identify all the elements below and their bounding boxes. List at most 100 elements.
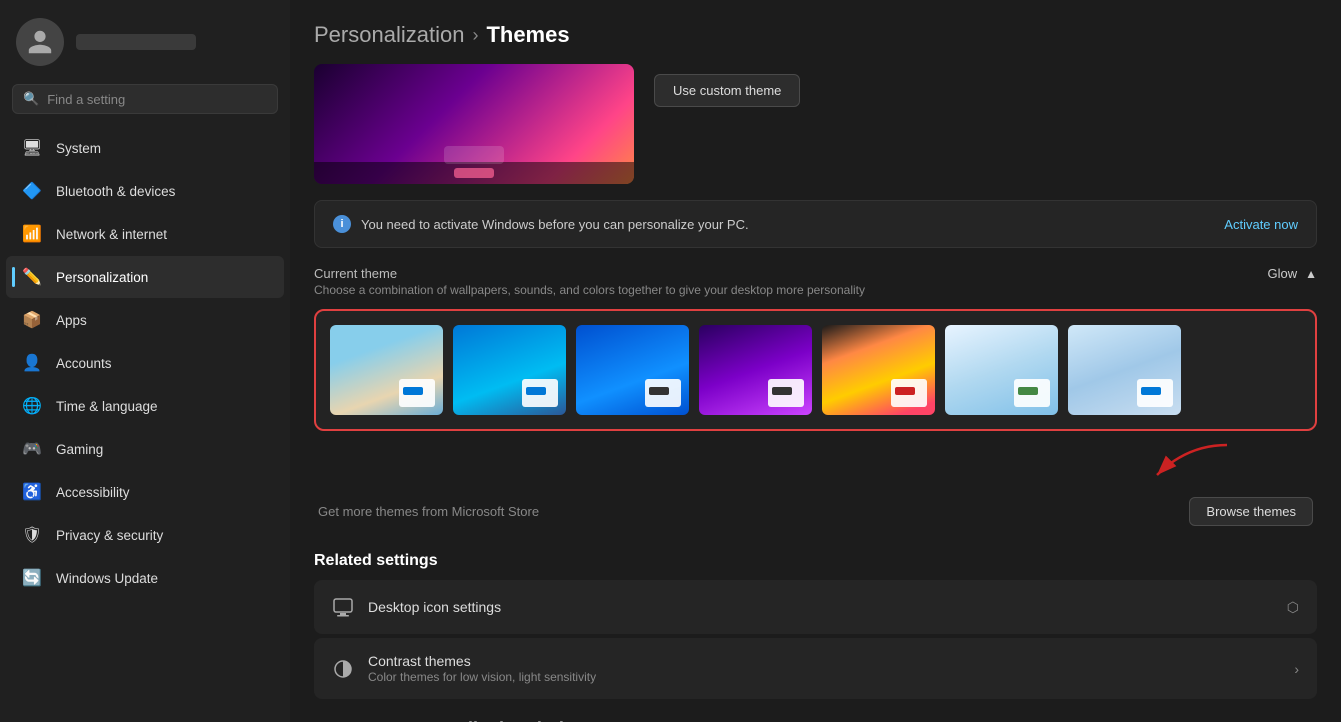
theme-mini-window	[399, 379, 435, 407]
page-title: Themes	[486, 22, 569, 48]
search-bar[interactable]: 🔍	[12, 84, 278, 114]
mini-taskbar-button	[454, 168, 494, 178]
time-icon: 🌐	[22, 396, 42, 416]
info-icon: i	[333, 215, 351, 233]
time-label: Time & language	[56, 399, 158, 414]
sidebar-item-gaming[interactable]: 🎮 Gaming	[6, 428, 284, 470]
contrast-themes-item[interactable]: Contrast themes Color themes for low vis…	[314, 638, 1317, 699]
themes-grid	[314, 309, 1317, 431]
gaming-label: Gaming	[56, 442, 103, 457]
avatar[interactable]	[16, 18, 64, 66]
sidebar-item-accounts[interactable]: 👤 Accounts	[6, 342, 284, 384]
network-label: Network & internet	[56, 227, 167, 242]
theme-card-5[interactable]	[822, 325, 935, 415]
theme-card-7[interactable]	[1068, 325, 1181, 415]
activation-notice: i You need to activate Windows before yo…	[314, 200, 1317, 248]
user-icon	[26, 28, 54, 56]
contrast-theme-left: Contrast themes Color themes for low vis…	[332, 654, 596, 683]
update-label: Windows Update	[56, 571, 158, 586]
arrow-annotation	[314, 445, 1317, 485]
theme-card-6[interactable]	[945, 325, 1058, 415]
apps-icon: 📦	[22, 310, 42, 330]
theme-mini-window	[522, 379, 558, 407]
network-icon: 📶	[22, 224, 42, 244]
activation-message-area: i You need to activate Windows before yo…	[333, 215, 749, 233]
contrast-sublabel: Color themes for low vision, light sensi…	[368, 671, 596, 683]
get-more-label: Get more themes from Microsoft Store	[318, 504, 539, 519]
profile-section	[0, 0, 290, 80]
sidebar-item-time[interactable]: 🌐 Time & language	[6, 385, 284, 427]
accounts-icon: 👤	[22, 353, 42, 373]
sidebar-item-update[interactable]: 🔄 Windows Update	[6, 557, 284, 599]
theme-mini-window	[1137, 379, 1173, 407]
collapse-button[interactable]: Glow ▲	[1267, 266, 1317, 281]
theme-mini-button	[1018, 387, 1038, 395]
sidebar-item-apps[interactable]: 📦 Apps	[6, 299, 284, 341]
theme-mini-window	[768, 379, 804, 407]
contrast-label: Contrast themes	[368, 654, 596, 668]
sidebar: 🔍 🖥 System 🔷 Bluetooth & devices 📶 Netwo…	[0, 0, 290, 722]
privacy-icon: 🛡	[22, 525, 42, 545]
chevron-up-icon: ▲	[1305, 267, 1317, 281]
current-theme-header: Current theme Choose a combination of wa…	[314, 266, 1317, 297]
theme-mini-button	[403, 387, 423, 395]
search-input[interactable]	[47, 92, 267, 107]
accounts-label: Accounts	[56, 356, 112, 371]
contrast-icon	[332, 658, 354, 680]
current-theme-label: Current theme	[314, 266, 865, 281]
accessibility-icon: ♿	[22, 482, 42, 502]
theme-mini-window	[891, 379, 927, 407]
glow-label: Glow	[1267, 266, 1297, 281]
theme-card-2[interactable]	[453, 325, 566, 415]
privacy-label: Privacy & security	[56, 528, 163, 543]
personalization-icon: ✏️	[22, 267, 42, 287]
theme-mini-button	[772, 387, 792, 395]
browse-themes-button[interactable]: Browse themes	[1189, 497, 1313, 526]
breadcrumb-separator: ›	[472, 25, 478, 46]
desktop-icon-settings-item[interactable]: Desktop icon settings ⬡	[314, 580, 1317, 634]
system-label: System	[56, 141, 101, 156]
bluetooth-label: Bluetooth & devices	[56, 184, 175, 199]
sidebar-item-network[interactable]: 📶 Network & internet	[6, 213, 284, 255]
gaming-icon: 🎮	[22, 439, 42, 459]
page-header: Personalization › Themes	[314, 0, 1317, 64]
breadcrumb-link[interactable]: Personalization	[314, 22, 464, 48]
wallpaper-preview	[314, 64, 634, 184]
theme-card-1[interactable]	[330, 325, 443, 415]
current-theme-info: Current theme Choose a combination of wa…	[314, 266, 865, 297]
accessibility-label: Accessibility	[56, 485, 130, 500]
apps-label: Apps	[56, 313, 87, 328]
desktop-icon	[332, 596, 354, 618]
sidebar-item-personalization[interactable]: ✏️ Personalization	[6, 256, 284, 298]
sidebar-item-privacy[interactable]: 🛡 Privacy & security	[6, 514, 284, 556]
theme-mini-button	[895, 387, 915, 395]
contrast-text: Contrast themes Color themes for low vis…	[368, 654, 596, 683]
update-icon: 🔄	[22, 568, 42, 588]
wallpaper-banner: Use custom theme	[314, 64, 1317, 184]
main-content: Personalization › Themes Use custom them…	[290, 0, 1341, 722]
theme-mini-button	[649, 387, 669, 395]
system-icon: 🖥	[22, 138, 42, 158]
profile-name-bar	[76, 34, 196, 50]
sidebar-item-system[interactable]: 🖥 System	[6, 127, 284, 169]
theme-card-3[interactable]	[576, 325, 689, 415]
use-custom-theme-button[interactable]: Use custom theme	[654, 74, 800, 107]
theme-mini-button	[1141, 387, 1161, 395]
get-more-themes-row: Get more themes from Microsoft Store Bro…	[314, 487, 1317, 536]
activate-now-link[interactable]: Activate now	[1224, 217, 1298, 232]
nav-menu: 🖥 System 🔷 Bluetooth & devices 📶 Network…	[0, 126, 290, 600]
theme-mini-window	[645, 379, 681, 407]
theme-mini-window	[1014, 379, 1050, 407]
bluetooth-icon: 🔷	[22, 181, 42, 201]
theme-mini-button	[526, 387, 546, 395]
sidebar-item-accessibility[interactable]: ♿ Accessibility	[6, 471, 284, 513]
mini-taskbar	[314, 162, 634, 184]
sidebar-item-bluetooth[interactable]: 🔷 Bluetooth & devices	[6, 170, 284, 212]
personalization-label: Personalization	[56, 270, 148, 285]
external-link-icon: ⬡	[1287, 599, 1299, 616]
search-icon: 🔍	[23, 91, 39, 107]
activation-message: You need to activate Windows before you …	[361, 217, 749, 232]
annotation-arrow	[1117, 435, 1237, 485]
chevron-right-icon: ›	[1294, 661, 1299, 677]
theme-card-4[interactable]	[699, 325, 812, 415]
